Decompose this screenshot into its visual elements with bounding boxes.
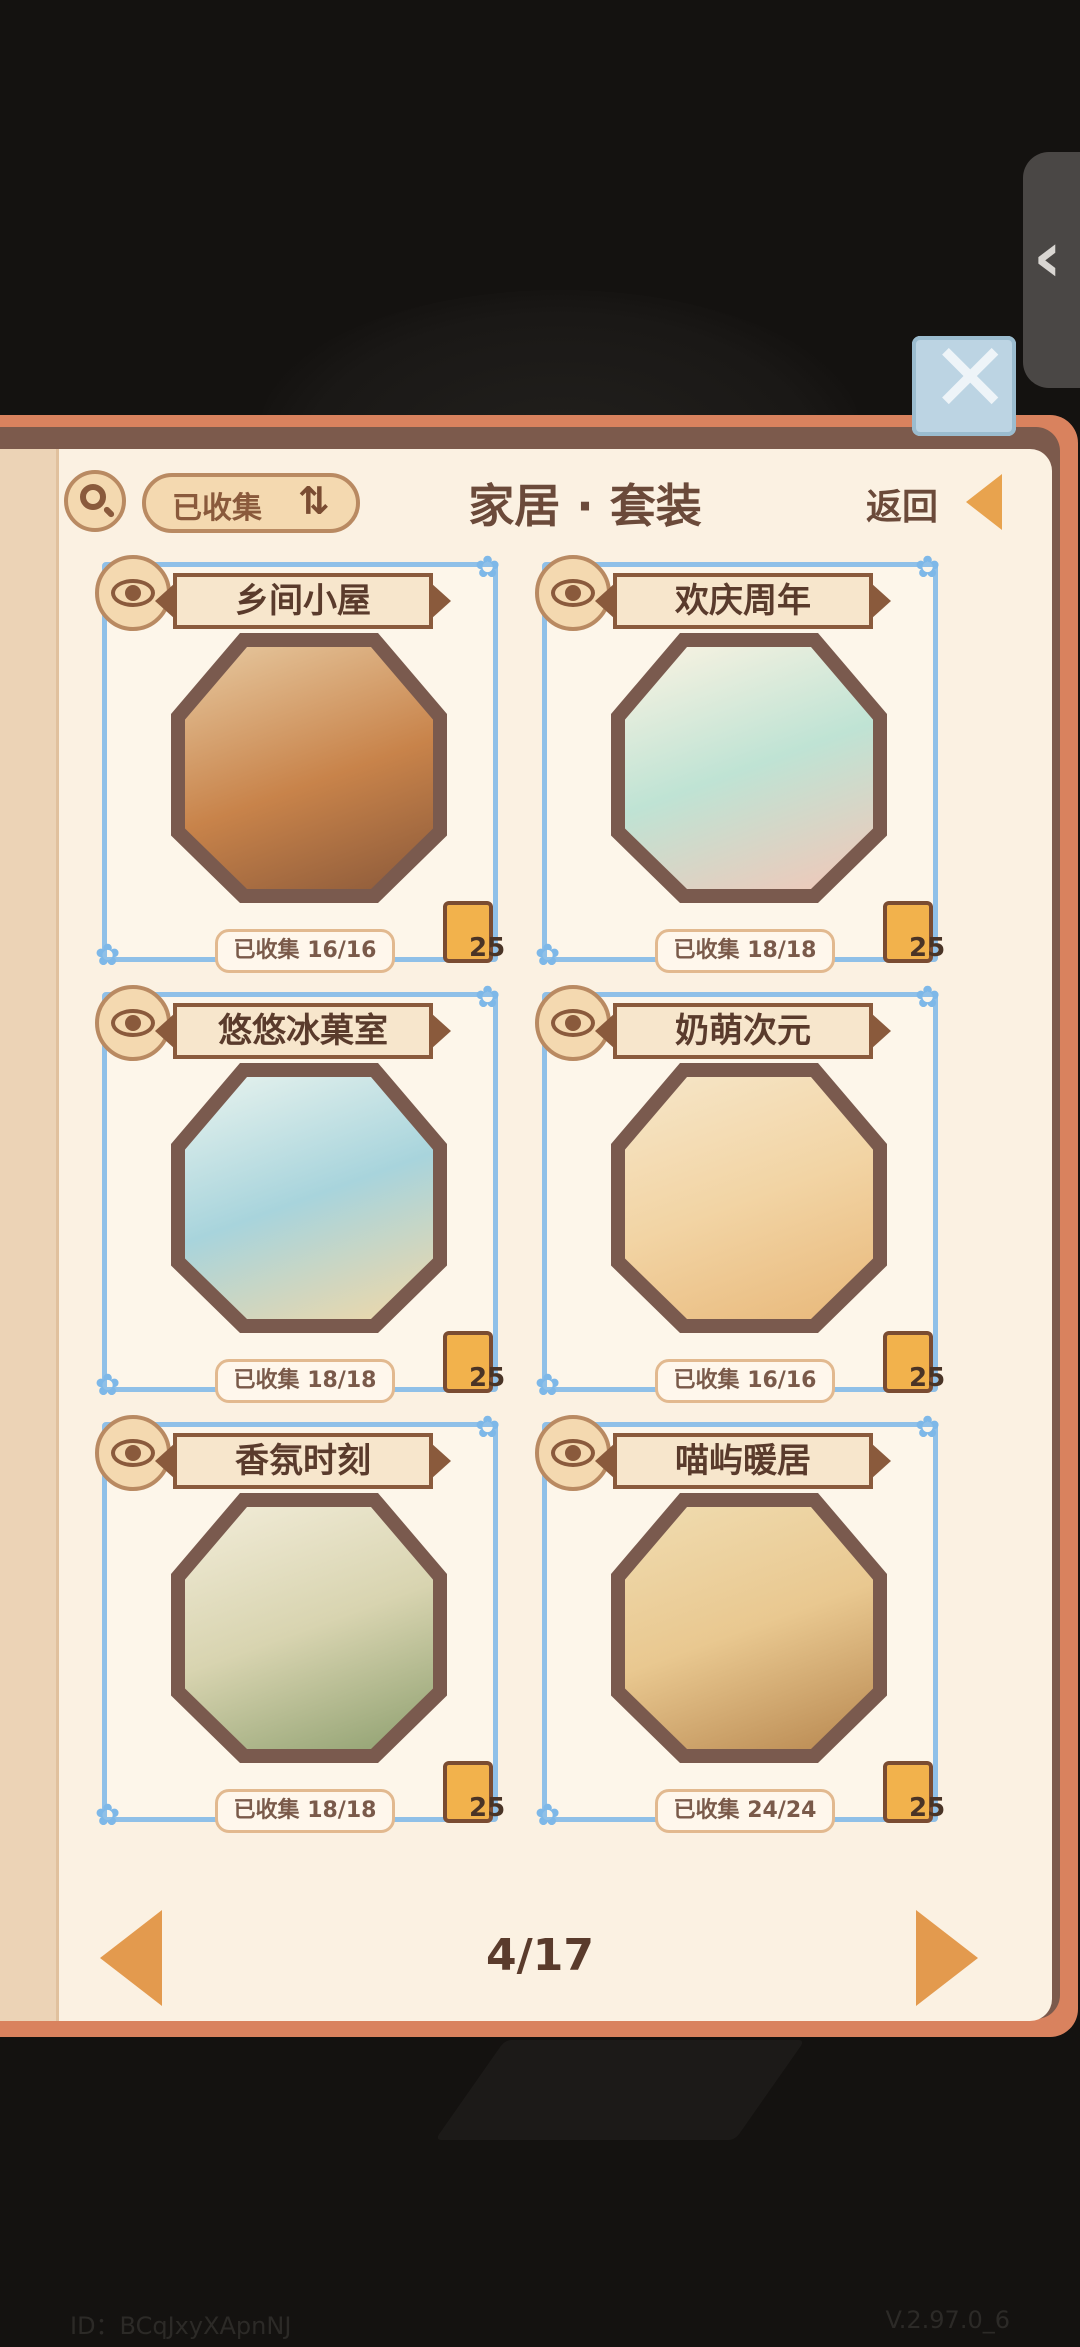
bow-icon: ✿ xyxy=(535,1798,561,1833)
room-preview-image xyxy=(171,633,447,913)
suite-card[interactable]: ✿ ✿ 喵屿暖居 已收集 24/24 25 xyxy=(535,1413,945,1833)
room-preview-image xyxy=(611,633,887,913)
close-icon: ✕ xyxy=(930,322,1011,434)
room-preview-image xyxy=(611,1493,887,1773)
page-indicator: 4/17 xyxy=(486,1930,594,1981)
book-icon: 25 xyxy=(443,1761,505,1823)
book-count: 25 xyxy=(469,1363,506,1393)
bow-icon: ✿ xyxy=(95,938,121,973)
collected-count: 已收集 16/16 xyxy=(655,1359,835,1403)
book-count: 25 xyxy=(469,933,506,963)
suite-title: 乡间小屋 xyxy=(155,573,451,629)
eye-icon-pupil xyxy=(125,1445,141,1461)
book-icon: 25 xyxy=(443,1331,505,1393)
close-button[interactable]: ✕ xyxy=(912,330,1016,436)
book-count: 25 xyxy=(909,1793,946,1823)
suite-title: 香氛时刻 xyxy=(155,1433,451,1489)
bow-icon: ✿ xyxy=(915,1410,941,1445)
suite-title: 奶萌次元 xyxy=(595,1003,891,1059)
bow-icon: ✿ xyxy=(915,550,941,585)
book-count: 25 xyxy=(469,1793,506,1823)
suite-card[interactable]: ✿ ✿ 欢庆周年 已收集 18/18 25 xyxy=(535,553,945,973)
background-shadow xyxy=(434,2040,806,2140)
prev-page-button[interactable] xyxy=(100,1910,162,2006)
suite-title: 喵屿暖居 xyxy=(595,1433,891,1489)
book-count: 25 xyxy=(909,1363,946,1393)
suite-card[interactable]: ✿ ✿ 奶萌次元 已收集 16/16 25 xyxy=(535,983,945,1403)
room-floor xyxy=(625,1077,873,1319)
eye-icon-pupil xyxy=(565,585,581,601)
suite-card[interactable]: ✿ ✿ 乡间小屋 已收集 16/16 25 xyxy=(95,553,505,973)
book-icon: 25 xyxy=(883,901,945,963)
eye-icon-pupil xyxy=(565,1445,581,1461)
book-icon: 25 xyxy=(883,1331,945,1393)
eye-icon-pupil xyxy=(565,1015,581,1031)
search-icon-handle xyxy=(102,505,116,519)
eye-icon-pupil xyxy=(125,585,141,601)
sort-icon: ⇅ xyxy=(298,479,330,523)
page-title: 家居 · 套装 xyxy=(468,479,702,533)
bow-icon: ✿ xyxy=(475,550,501,585)
suite-card[interactable]: ✿ ✿ 悠悠冰菓室 已收集 18/18 25 xyxy=(95,983,505,1403)
search-icon xyxy=(80,484,106,510)
filter-label: 已收集 xyxy=(172,491,262,526)
book-icon: 25 xyxy=(443,901,505,963)
chevron-left-icon: ‹ xyxy=(1033,216,1062,298)
bow-icon: ✿ xyxy=(95,1798,121,1833)
room-preview-image xyxy=(171,1063,447,1343)
room-floor xyxy=(185,647,433,889)
book-count: 25 xyxy=(909,933,946,963)
side-collapse-tab[interactable]: ‹ xyxy=(1023,152,1080,388)
bow-icon: ✿ xyxy=(475,1410,501,1445)
next-page-button[interactable] xyxy=(916,1910,978,2006)
bow-icon: ✿ xyxy=(535,938,561,973)
search-button[interactable] xyxy=(64,470,126,532)
room-floor xyxy=(185,1077,433,1319)
back-button[interactable]: 返回 xyxy=(866,478,938,530)
room-floor xyxy=(625,1507,873,1749)
bow-icon: ✿ xyxy=(915,980,941,1015)
eye-icon-pupil xyxy=(125,1015,141,1031)
collected-filter-button[interactable]: 已收集 ⇅ xyxy=(142,473,360,533)
collected-count: 已收集 18/18 xyxy=(215,1359,395,1403)
bow-icon: ✿ xyxy=(475,980,501,1015)
room-preview-image xyxy=(171,1493,447,1773)
collected-count: 已收集 18/18 xyxy=(655,929,835,973)
suite-title: 悠悠冰菓室 xyxy=(155,1003,451,1059)
collected-count: 已收集 16/16 xyxy=(215,929,395,973)
collected-count: 已收集 18/18 xyxy=(215,1789,395,1833)
suite-card[interactable]: ✿ ✿ 香氛时刻 已收集 18/18 25 xyxy=(95,1413,505,1833)
room-floor xyxy=(625,647,873,889)
book-spine xyxy=(0,449,59,2021)
book-icon: 25 xyxy=(883,1761,945,1823)
collected-count: 已收集 24/24 xyxy=(655,1789,835,1833)
room-floor xyxy=(185,1507,433,1749)
bow-icon: ✿ xyxy=(95,1368,121,1403)
back-arrow-icon[interactable] xyxy=(966,474,1002,530)
bow-icon: ✿ xyxy=(535,1368,561,1403)
suite-title: 欢庆周年 xyxy=(595,573,891,629)
player-id: ID：BCqJxyXApnNJ xyxy=(70,2312,292,2340)
room-preview-image xyxy=(611,1063,887,1343)
version-label: V.2.97.0_6 xyxy=(885,2306,1010,2334)
suite-grid: ✿ ✿ 乡间小屋 已收集 16/16 25 ✿ ✿ 欢庆周年 已收集 18/18… xyxy=(95,553,945,1833)
